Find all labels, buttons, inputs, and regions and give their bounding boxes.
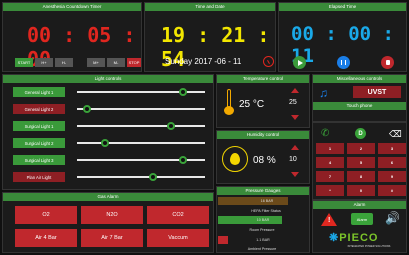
anesthesia-panel: Anesthesia Countdown Timer 00 : 05 : 00 … [2,2,142,72]
gas-panel: Gas Alarm O2 N2O CO2 Air 4 Bar Air 7 Bar… [2,192,214,253]
hepa-value: 16 BAR [260,199,274,203]
stop-icon[interactable] [381,56,394,69]
hour-down-button[interactable]: H- [55,58,73,67]
alarm-button[interactable]: Alarm [351,213,373,225]
minute-up-button[interactable]: M+ [87,58,105,67]
brand-subtitle: INTEGRATED POWER SOLUTIONS [347,245,391,248]
keypad-key[interactable]: 8 [347,171,375,182]
contact-icon[interactable]: D [355,128,366,139]
hepa-label: HEPA Filter Status [251,209,281,213]
light-button[interactable]: Surgical Light 2 [13,138,65,148]
light-slider-knob[interactable] [149,173,157,181]
keypad-key[interactable]: 5 [347,157,375,168]
light-slider-track[interactable] [77,142,205,144]
keypad-key[interactable]: 3 [378,143,406,154]
gas-air7[interactable]: Air 7 Bar [81,229,143,247]
elapsed-header: Elapsed Time [279,3,406,11]
light-slider-knob[interactable] [179,156,187,164]
light-button[interactable]: Plan Air Light [13,172,65,182]
play-icon[interactable] [293,56,306,69]
start-button[interactable]: START [15,58,33,67]
temp-up-icon[interactable] [291,88,299,93]
humidity-panel: Humidity control 08 % 10 [216,130,310,184]
light-button[interactable]: Surgical Light 1 [13,121,65,131]
gas-vaccum[interactable]: Vaccum [147,229,209,247]
keypad-key[interactable]: # [378,185,406,196]
clock-icon[interactable] [263,56,274,67]
light-button[interactable]: Surgical Light 3 [13,155,65,165]
ambient-label: Ambient Pressure [247,247,277,251]
phone-icon[interactable]: ✆ [321,128,329,139]
misc-header: Miscellaneous controls [313,75,406,83]
light-slider-knob[interactable] [83,105,91,113]
thermometer-icon [223,89,235,115]
alarm-panel: Alarm ! Alarm 🔊 ❋PIECO INTEGRATED POWER … [312,200,407,253]
speaker-icon[interactable]: 🔊 [385,211,400,225]
anesthesia-header: Anesthesia Countdown Timer [3,3,141,11]
keypad-key[interactable]: 0 [347,185,375,196]
light-slider-knob[interactable] [167,122,175,130]
humidity-up-icon[interactable] [291,145,299,150]
humidity-value: 08 % [253,155,276,166]
pause-icon[interactable] [337,56,350,69]
humidity-header: Humidity control [217,131,309,139]
touch-header: Touch phone [313,102,406,110]
keypad-key[interactable]: 1 [316,143,344,154]
timedate-header: Time and Date [145,3,275,11]
keypad-key[interactable]: 6 [378,157,406,168]
humidity-setpoint: 10 [289,156,297,163]
room-pressure-label: Room Pressure [249,228,275,232]
pieco-logo: ❋PIECO [329,232,379,244]
keypad-key[interactable]: * [316,185,344,196]
misc-panel: Miscellaneous controls ♫ UVST Touch phon… [312,74,407,122]
room-pressure-value: 10 BAR [256,218,270,222]
stop-button[interactable]: STOP [127,58,141,67]
pressure-header: Pressure Gauges [217,187,309,195]
backspace-icon[interactable]: ⌫ [389,129,402,140]
light-button[interactable]: General Light 2 [13,104,65,114]
phone-panel: ✆ D ⌫ 1 2 3 4 5 6 7 8 9 * 0 # [312,122,407,200]
elapsed-panel: Elapsed Time 00 : 00 : 11 [278,2,407,72]
light-button[interactable]: General Light 1 [13,87,65,97]
gas-o2[interactable]: O2 [15,206,77,224]
keypad-key[interactable]: 7 [316,171,344,182]
light-slider-knob[interactable] [101,139,109,147]
humidity-icon [222,146,248,172]
light-slider-track[interactable] [77,176,205,178]
ambient-bar [218,236,228,244]
keypad-key[interactable]: 4 [316,157,344,168]
music-icon[interactable]: ♫ [319,86,328,100]
date-display: Sunday 2017 -06 - 11 [165,57,242,66]
gas-n2o[interactable]: N2O [81,206,143,224]
temperature-panel: Temperature control 25 °C 25 [216,74,310,128]
temperature-value: 25 °C [239,99,265,110]
light-slider-track[interactable] [77,108,205,110]
gas-air4[interactable]: Air 4 Bar [15,229,77,247]
timedate-panel: Time and Date 19 : 21 : 54 Sunday 2017 -… [144,2,276,72]
brand-name: PIECO [339,232,379,244]
uvst-button[interactable]: UVST [353,86,401,98]
ambient-value: 1.1 BAR [256,238,270,242]
gas-header: Gas Alarm [3,193,213,201]
hour-up-button[interactable]: H+ [35,58,53,67]
minute-down-button[interactable]: M- [107,58,125,67]
gas-co2[interactable]: CO2 [147,206,209,224]
keypad-key[interactable]: 9 [378,171,406,182]
lights-panel: Light controls General Light 1 General Li… [2,74,214,190]
temperature-header: Temperature control [217,75,309,83]
light-slider-knob[interactable] [179,88,187,96]
warning-mark: ! [328,217,331,224]
lights-header: Light controls [3,75,213,83]
temp-down-icon[interactable] [291,115,299,120]
temperature-setpoint: 25 [289,99,297,106]
pressure-panel: Pressure Gauges 16 BAR HEPA Filter Statu… [216,186,310,253]
humidity-down-icon[interactable] [291,172,299,177]
keypad-key[interactable]: 2 [347,143,375,154]
alarm-header: Alarm [313,201,406,209]
light-slider-track[interactable] [77,125,205,127]
